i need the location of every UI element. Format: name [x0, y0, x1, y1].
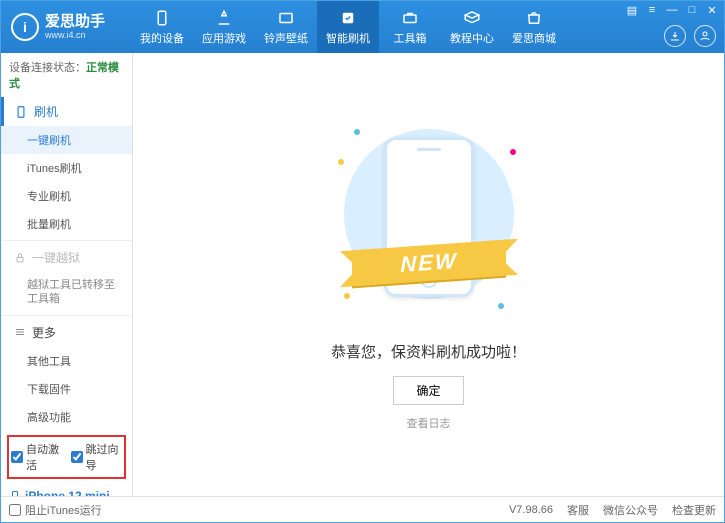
- option-skip-guide[interactable]: 跳过向导: [71, 441, 123, 473]
- block-itunes-checkbox[interactable]: [9, 504, 21, 516]
- nav-ringtones[interactable]: 铃声壁纸: [255, 1, 317, 53]
- nav-store[interactable]: 爱思商城: [503, 1, 565, 53]
- section-label: 更多: [32, 324, 56, 341]
- titlebar: i 爱思助手 www.i4.cn 我的设备 应用游戏 铃声壁纸 智能刷机 工具箱…: [1, 1, 724, 53]
- nav-flash[interactable]: 智能刷机: [317, 1, 379, 53]
- block-itunes-option[interactable]: 阻止iTunes运行: [9, 502, 102, 518]
- footer: 阻止iTunes运行 V7.98.66 客服 微信公众号 检查更新: [1, 496, 724, 522]
- conn-label: 设备连接状态：: [9, 62, 86, 74]
- connected-device[interactable]: iPhone 12 mini 64GB Down-12mini-13,1: [1, 483, 132, 496]
- menu-icon: [14, 326, 26, 338]
- phone-icon: [14, 105, 28, 119]
- flash-options-highlight: 自动激活 跳过向导: [7, 435, 126, 479]
- main-content: NEW 恭喜您，保资料刷机成功啦！ 确定 查看日志: [133, 53, 724, 496]
- connection-status: 设备连接状态：正常模式: [1, 53, 132, 97]
- sidebar-section-more[interactable]: 更多: [1, 318, 132, 347]
- sidebar-item-batch-flash[interactable]: 批量刷机: [1, 210, 132, 238]
- nav-label: 爱思商城: [512, 30, 556, 46]
- sidebar-item-advanced[interactable]: 高级功能: [1, 403, 132, 431]
- nav-label: 智能刷机: [326, 30, 370, 46]
- view-log-link[interactable]: 查看日志: [407, 415, 451, 431]
- sidebar-section-jailbreak[interactable]: 一键越狱: [1, 243, 132, 272]
- ok-button[interactable]: 确定: [393, 376, 463, 405]
- block-itunes-label: 阻止iTunes运行: [25, 502, 102, 518]
- nav-toolbox[interactable]: 工具箱: [379, 1, 441, 53]
- window-controls: ▤ ≡ — □ ✕: [624, 3, 720, 17]
- maximize-icon[interactable]: □: [684, 3, 700, 17]
- section-label: 一键越狱: [32, 249, 80, 266]
- download-icon[interactable]: [664, 25, 686, 47]
- section-label: 刷机: [34, 103, 58, 120]
- nav-apps[interactable]: 应用游戏: [193, 1, 255, 53]
- nav-label: 工具箱: [394, 30, 427, 46]
- wechat-link[interactable]: 微信公众号: [603, 502, 658, 518]
- logo: i 爱思助手 www.i4.cn: [1, 13, 131, 41]
- close-icon[interactable]: ✕: [704, 3, 720, 17]
- nav-my-device[interactable]: 我的设备: [131, 1, 193, 53]
- success-message: 恭喜您，保资料刷机成功啦！: [331, 341, 526, 362]
- user-icon[interactable]: [694, 25, 716, 47]
- option-label: 跳过向导: [86, 441, 123, 473]
- sidebar-item-pro-flash[interactable]: 专业刷机: [1, 182, 132, 210]
- sidebar-item-itunes-flash[interactable]: iTunes刷机: [1, 154, 132, 182]
- service-link[interactable]: 客服: [567, 502, 589, 518]
- nav-label: 铃声壁纸: [264, 30, 308, 46]
- device-name: iPhone 12 mini: [9, 489, 124, 496]
- option-auto-activate[interactable]: 自动激活: [11, 441, 63, 473]
- menu-icon[interactable]: ▤: [624, 3, 640, 17]
- nav-tutorials[interactable]: 教程中心: [441, 1, 503, 53]
- nav-label: 教程中心: [450, 30, 494, 46]
- bars-icon[interactable]: ≡: [644, 3, 660, 17]
- logo-icon: i: [11, 13, 39, 41]
- option-label: 自动激活: [26, 441, 63, 473]
- skip-guide-checkbox[interactable]: [71, 451, 83, 463]
- app-url: www.i4.cn: [45, 30, 105, 40]
- lock-icon: [14, 252, 26, 264]
- nav-label: 我的设备: [140, 30, 184, 46]
- sidebar-item-oneclick-flash[interactable]: 一键刷机: [1, 126, 132, 154]
- sidebar-item-other-tools[interactable]: 其他工具: [1, 347, 132, 375]
- sidebar-section-flash[interactable]: 刷机: [1, 97, 132, 126]
- success-illustration: NEW: [334, 119, 524, 329]
- auto-activate-checkbox[interactable]: [11, 451, 23, 463]
- jailbreak-note: 越狱工具已转移至工具箱: [1, 272, 132, 313]
- app-name: 爱思助手: [45, 14, 105, 31]
- version-label: V7.98.66: [509, 504, 553, 516]
- sidebar-item-download-firmware[interactable]: 下载固件: [1, 375, 132, 403]
- sidebar: 设备连接状态：正常模式 刷机 一键刷机 iTunes刷机 专业刷机 批量刷机 一…: [1, 53, 133, 496]
- nav-label: 应用游戏: [202, 30, 246, 46]
- minimize-icon[interactable]: —: [664, 3, 680, 17]
- check-update-link[interactable]: 检查更新: [672, 502, 716, 518]
